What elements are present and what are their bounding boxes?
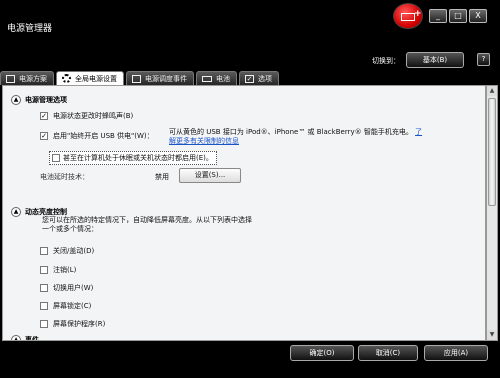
ok-button[interactable]: 确定(O) — [290, 345, 354, 361]
gear-icon — [62, 74, 71, 83]
window-controls: _ □ X — [429, 9, 487, 23]
logout-checkbox[interactable] — [40, 266, 48, 274]
usb-power-checkbox[interactable]: ✓ — [40, 132, 48, 140]
option-label: 关闭/盖动(D) — [53, 247, 95, 255]
plus-glyph: + — [414, 9, 422, 19]
calendar-icon — [132, 74, 141, 83]
title-bar: 电源管理器 + _ □ X — [0, 0, 500, 44]
battery-delay-label: 电池延时技术： — [40, 173, 89, 181]
tab-label: 电源方案 — [19, 74, 47, 83]
lid-checkbox[interactable] — [40, 247, 48, 255]
brightness-option-lid[interactable]: 关闭/盖动(D) — [40, 246, 94, 256]
minimize-button[interactable]: _ — [429, 9, 447, 23]
checkbox-icon: ✓ — [245, 74, 254, 83]
cancel-button[interactable]: 取消(C) — [358, 345, 418, 361]
beep-option[interactable]: ✓ 电源状态更改时蜂鸣声(B) — [40, 111, 133, 121]
tab-power-events[interactable]: 电源调度事件 — [126, 71, 194, 85]
tab-options[interactable]: ✓ 选项 — [239, 71, 279, 85]
option-label: 屏幕锁定(C) — [53, 302, 92, 310]
close-button[interactable]: X — [469, 9, 487, 23]
switch-basic-button[interactable]: 基本(B) — [406, 52, 464, 68]
brightness-option-switch-user[interactable]: 切换用户(W) — [40, 283, 93, 293]
usb-sleep-label: 甚至在计算机处于休眠或关机状态时都启用(E)。 — [63, 154, 213, 162]
option-label: 注销(L) — [53, 266, 77, 274]
tab-global-settings[interactable]: 全局电源设置 — [56, 71, 124, 85]
help-button[interactable]: ? — [477, 53, 490, 66]
usb-info: 可从黄色的 USB 接口为 iPod®、iPhone™ 或 BlackBerry… — [169, 128, 413, 136]
scroll-thumb[interactable] — [488, 98, 496, 206]
option-label: 切换用户(W) — [53, 284, 94, 292]
section-events[interactable]: ▲ 事件 — [11, 335, 39, 341]
maximize-button[interactable]: □ — [449, 9, 467, 23]
tab-label: 电池 — [216, 74, 230, 83]
collapse-icon[interactable]: ▲ — [11, 207, 21, 217]
scroll-down-icon[interactable]: ▼ — [487, 330, 497, 340]
window-title: 电源管理器 — [7, 24, 53, 34]
section-title: 电源管理选项 — [25, 96, 67, 104]
battery-icon — [202, 75, 212, 82]
brightness-option-logout[interactable]: 注销(L) — [40, 265, 76, 275]
brightness-option-screensaver[interactable]: 屏幕保护程序(R) — [40, 319, 105, 329]
tab-battery[interactable]: 电池 — [196, 71, 237, 85]
usb-sleep-option[interactable]: 甚至在计算机处于休眠或关机状态时都启用(E)。 — [49, 151, 217, 165]
switch-user-checkbox[interactable] — [40, 284, 48, 292]
usb-power-label: 启用"始终开启 USB 供电"(W)： — [53, 132, 154, 140]
usb-sleep-checkbox[interactable] — [52, 154, 60, 162]
tab-strip: 电源方案 全局电源设置 电源调度事件 电池 ✓ 选项 — [0, 71, 500, 85]
apply-button[interactable]: 应用(A) — [424, 345, 488, 361]
option-label: 屏幕保护程序(R) — [53, 320, 106, 328]
box-icon — [6, 74, 15, 83]
usb-info-text: 可从黄色的 USB 接口为 iPod®、iPhone™ 或 BlackBerry… — [169, 128, 429, 146]
battery-delay-value: 禁用 — [155, 173, 169, 181]
beep-label: 电源状态更改时蜂鸣声(B) — [53, 112, 134, 120]
beep-checkbox[interactable]: ✓ — [40, 112, 48, 120]
battery-shape — [401, 13, 415, 21]
brightness-option-lock[interactable]: 屏幕锁定(C) — [40, 301, 91, 311]
tab-label: 选项 — [258, 74, 272, 83]
section-power-options[interactable]: ▲ 电源管理选项 — [11, 95, 67, 105]
collapse-icon[interactable]: ▲ — [11, 95, 21, 105]
screensaver-checkbox[interactable] — [40, 320, 48, 328]
settings-panel: ▲ 电源管理选项 ✓ 电源状态更改时蜂鸣声(B) ✓ 启用"始终开启 USB 供… — [2, 85, 486, 341]
tab-label: 全局电源设置 — [75, 74, 117, 83]
lock-checkbox[interactable] — [40, 302, 48, 310]
brightness-description: 您可以在所选的特定情况下，自动降低屏幕亮度。从以下列表中选择一个或多个情况： — [42, 216, 252, 233]
scroll-up-icon[interactable]: ▲ — [487, 86, 497, 96]
usb-power-option[interactable]: ✓ 启用"始终开启 USB 供电"(W)： — [40, 131, 154, 141]
battery-plus-icon: + — [393, 3, 423, 29]
switch-label: 切换到： — [372, 57, 400, 65]
vertical-scrollbar[interactable]: ▲ ▼ — [486, 85, 498, 341]
tab-label: 电源调度事件 — [145, 74, 187, 83]
collapse-icon[interactable]: ▲ — [11, 335, 21, 340]
tab-power-plans[interactable]: 电源方案 — [0, 71, 54, 85]
section-title: 事件 — [25, 336, 39, 341]
settings-button[interactable]: 设置(S)... — [179, 168, 241, 183]
